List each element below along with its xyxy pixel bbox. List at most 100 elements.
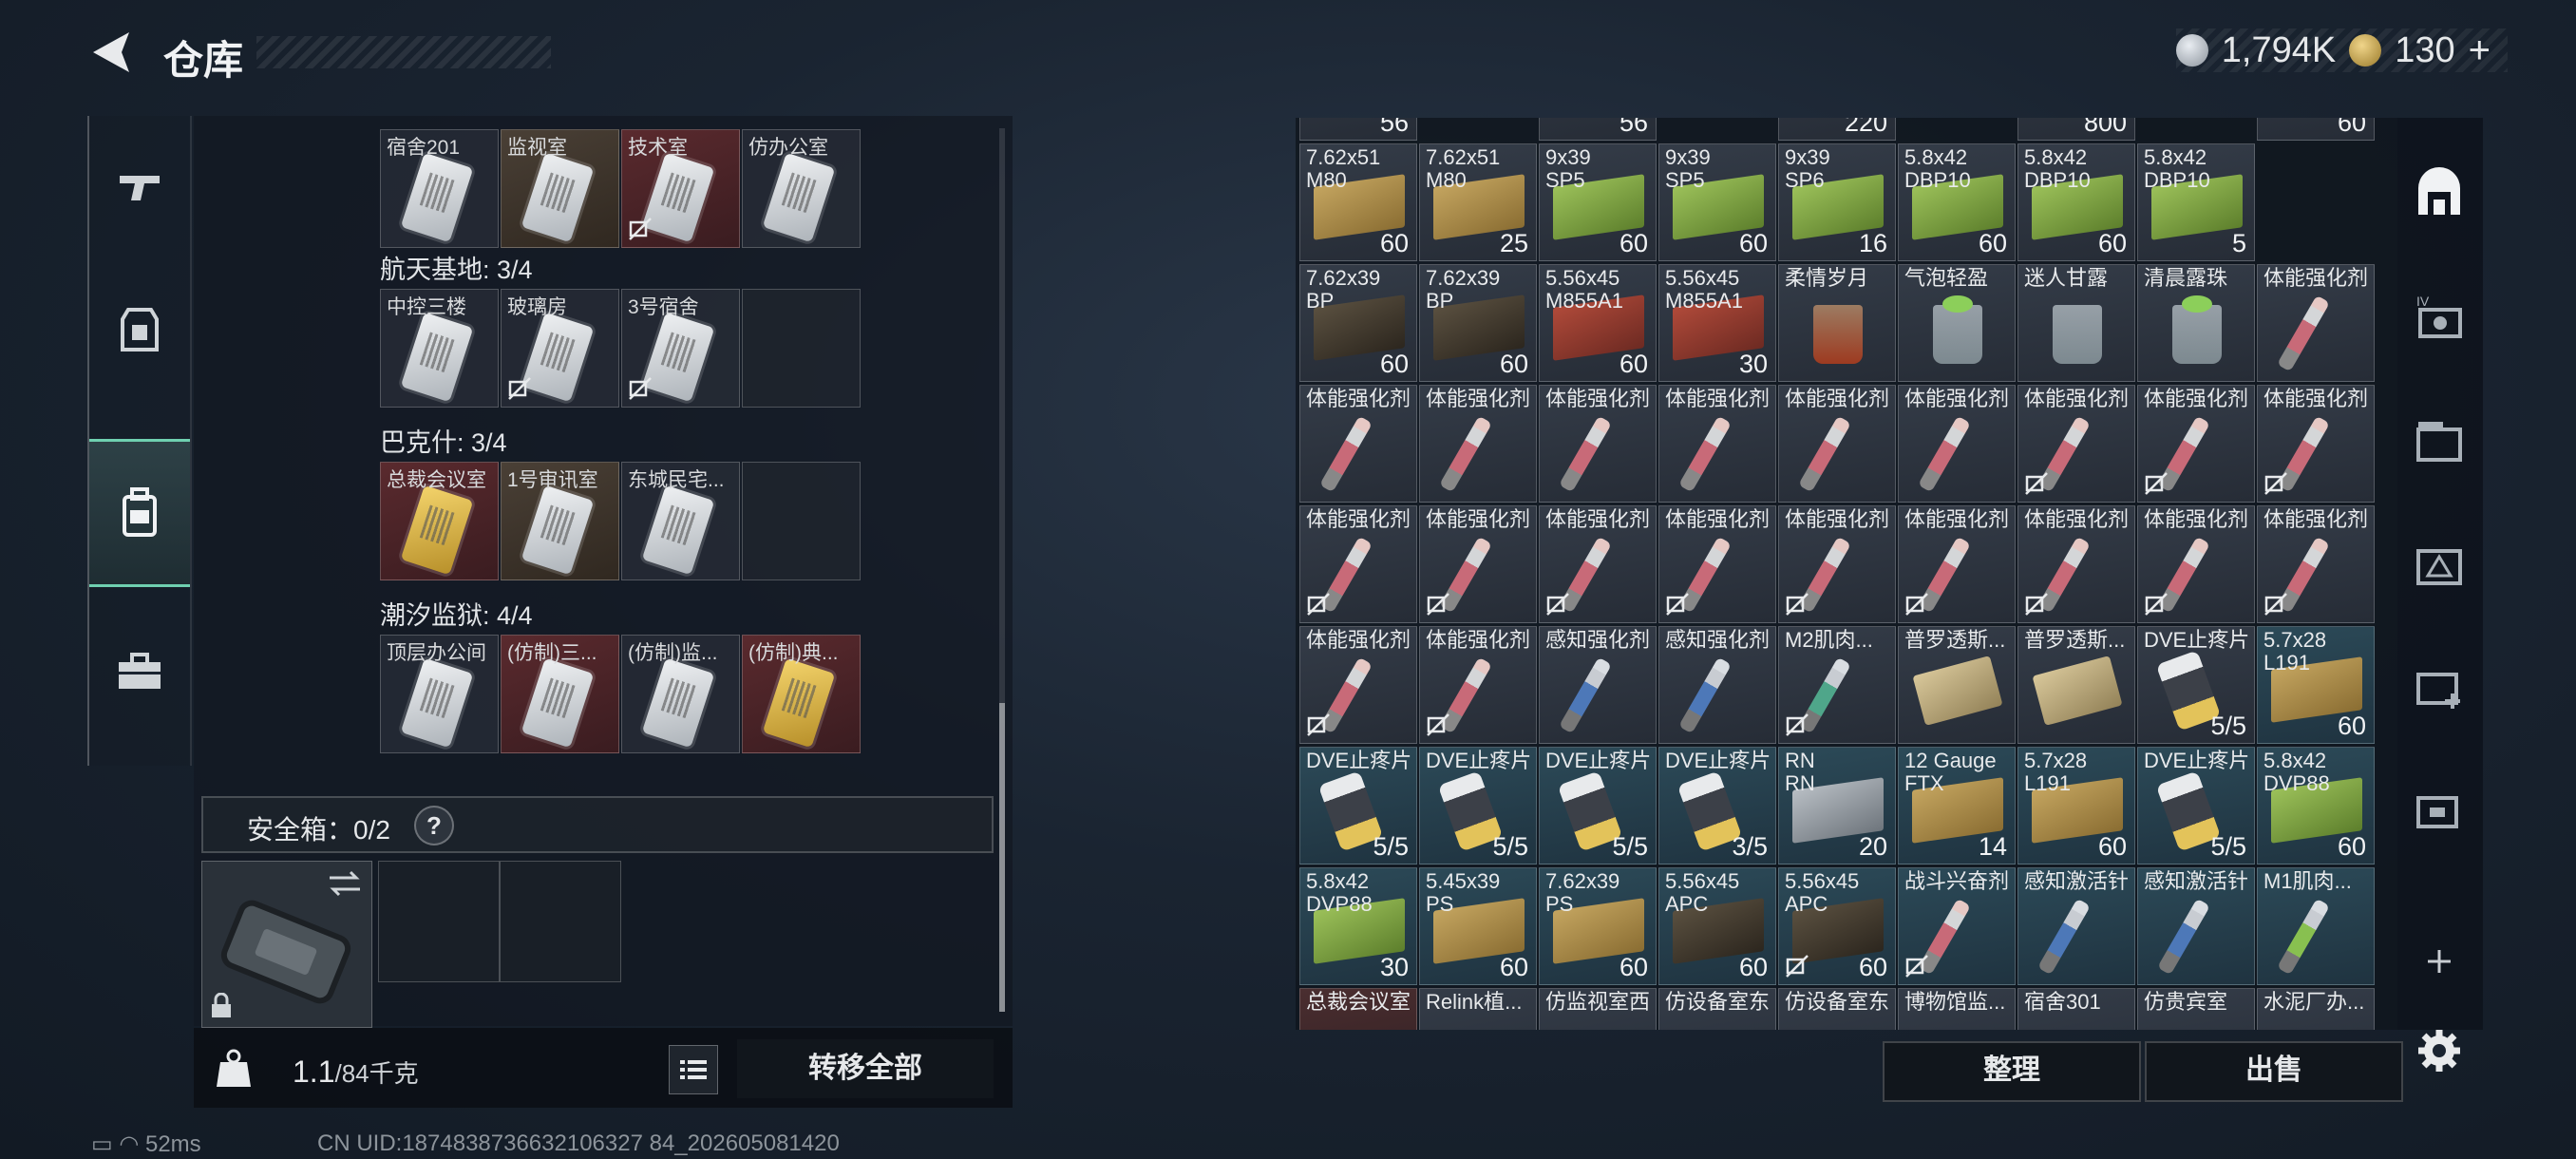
inventory-item[interactable]: 5.8x42 DBP10 60 [1898, 143, 2016, 261]
inventory-item[interactable]: 9x39 SP5 60 [1658, 143, 1776, 261]
inventory-cell-partial[interactable]: 800 [2017, 118, 2135, 141]
inventory-item[interactable]: 5.45x39 PS 60 [1419, 867, 1537, 985]
warehouse-tab-medical-icon[interactable] [2413, 538, 2466, 591]
add-currency-button[interactable]: + [2469, 29, 2491, 72]
inventory-item[interactable]: 体能强化剂 [2137, 505, 2255, 623]
safe-slot-2[interactable] [500, 861, 621, 982]
safe-box-container[interactable] [201, 861, 372, 1028]
swap-icon[interactable] [328, 869, 362, 898]
inventory-item[interactable]: DVE止疼片 5/5 [2137, 747, 2255, 864]
inventory-item[interactable]: 体能强化剂 [1539, 505, 1657, 623]
inventory-item[interactable]: 5.7x28 L191 60 [2257, 626, 2375, 744]
inventory-item[interactable]: DVE止疼片 5/5 [1539, 747, 1657, 864]
inventory-item[interactable]: 感知激活针 [2017, 867, 2135, 985]
inventory-item[interactable]: 博物馆监... [1898, 988, 2016, 1030]
inventory-item[interactable]: DVE止疼片 3/5 [1658, 747, 1776, 864]
inventory-item[interactable]: 5.7x28 L191 60 [2017, 747, 2135, 864]
inventory-item[interactable]: 水泥厂办... [2257, 988, 2375, 1030]
inventory-cell-partial[interactable]: 56 [1299, 118, 1417, 141]
inventory-item[interactable]: Relink植... [1419, 988, 1537, 1030]
keycard-slot[interactable]: 1号审讯室 [501, 462, 619, 580]
inventory-item[interactable]: RN RN 20 [1778, 747, 1896, 864]
inventory-item[interactable]: 气泡轻盈 [1898, 264, 2016, 382]
inventory-item[interactable]: 9x39 SP5 60 [1539, 143, 1657, 261]
warehouse-tab-container-icon[interactable] [2413, 414, 2466, 467]
inventory-item[interactable]: 12 Gauge FTX 14 [1898, 747, 2016, 864]
inventory-item[interactable]: 7.62x51 M80 60 [1299, 143, 1417, 261]
nav-armor[interactable] [89, 258, 190, 401]
inventory-item[interactable]: 普罗透斯... [2017, 626, 2135, 744]
backpack-scroll-thumb[interactable] [999, 703, 1005, 1012]
warehouse-tab-keys-icon[interactable] [2413, 785, 2466, 838]
safe-slot-1[interactable] [378, 861, 500, 982]
inventory-cell-partial[interactable]: 220 [1778, 118, 1896, 141]
keycard-slot[interactable]: (仿制)监... [621, 635, 740, 753]
inventory-item[interactable]: 5.56x45 M855A1 60 [1539, 264, 1657, 382]
inventory-item[interactable]: 仿贵宾室 [2137, 988, 2255, 1030]
keycard-slot[interactable]: 3号宿舍 [621, 289, 740, 408]
inventory-item[interactable]: 体能强化剂 [1299, 505, 1417, 623]
inventory-cell-partial[interactable]: 60 [2257, 118, 2375, 141]
inventory-item[interactable]: 5.56x45 M855A1 30 [1658, 264, 1776, 382]
nav-backpack[interactable] [89, 439, 190, 587]
inventory-item[interactable]: 体能强化剂 [1778, 385, 1896, 503]
warehouse-tab-firstaid-icon[interactable] [2413, 661, 2466, 714]
inventory-item[interactable]: 迷人甘露 [2017, 264, 2135, 382]
list-view-button[interactable] [669, 1045, 718, 1094]
inventory-item[interactable]: 体能强化剂 [1419, 505, 1537, 623]
inventory-item[interactable]: 感知强化剂 [1658, 626, 1776, 744]
keycard-slot[interactable]: 东城民宅... [621, 462, 740, 580]
keycard-slot[interactable]: 监视室 [501, 129, 619, 248]
inventory-item[interactable]: 5.8x42 DVP88 30 [1299, 867, 1417, 985]
inventory-item[interactable]: DVE止疼片 5/5 [2137, 626, 2255, 744]
inventory-item[interactable]: 总裁会议室 [1299, 988, 1417, 1030]
inventory-item[interactable]: 体能强化剂 [2137, 385, 2255, 503]
transfer-all-button[interactable]: 转移全部 [737, 1039, 994, 1098]
inventory-item[interactable]: 体能强化剂 [1299, 385, 1417, 503]
inventory-item[interactable]: 感知强化剂 [1539, 626, 1657, 744]
inventory-item[interactable]: 7.62x51 M80 25 [1419, 143, 1537, 261]
keycard-slot[interactable]: 顶层办公间 [380, 635, 499, 753]
inventory-item[interactable]: 清晨露珠 [2137, 264, 2255, 382]
inventory-item[interactable]: 体能强化剂 [1658, 385, 1776, 503]
inventory-item[interactable]: 仿设备室东 [1778, 988, 1896, 1030]
keycard-slot[interactable]: 总裁会议室 [380, 462, 499, 580]
inventory-item[interactable]: 体能强化剂 [1419, 385, 1537, 503]
inventory-item[interactable]: M1肌肉... [2257, 867, 2375, 985]
inventory-item[interactable]: 体能强化剂 [2017, 505, 2135, 623]
inventory-item[interactable]: 体能强化剂 [1539, 385, 1657, 503]
inventory-item[interactable]: 5.56x45 APC 60 [1658, 867, 1776, 985]
empty-slot[interactable] [742, 289, 861, 408]
keycard-slot[interactable]: (仿制)三... [501, 635, 619, 753]
inventory-item[interactable]: 普罗透斯... [1898, 626, 2016, 744]
inventory-item[interactable]: 体能强化剂 [1898, 385, 2016, 503]
keycard-slot[interactable]: 玻璃房 [501, 289, 619, 408]
inventory-item[interactable]: 体能强化剂 [1898, 505, 2016, 623]
help-button[interactable]: ? [414, 806, 454, 846]
inventory-cell-partial[interactable]: 56 [1539, 118, 1657, 141]
inventory-item[interactable]: 体能强化剂 [2017, 385, 2135, 503]
keycard-slot[interactable]: 技术室 [621, 129, 740, 248]
inventory-item[interactable]: 感知激活针 [2137, 867, 2255, 985]
inventory-item[interactable]: 5.56x45 APC 60 [1778, 867, 1896, 985]
inventory-item[interactable]: 仿设备室东 [1658, 988, 1776, 1030]
inventory-item[interactable]: 7.62x39 PS 60 [1539, 867, 1657, 985]
nav-weapons[interactable] [89, 116, 190, 258]
keycard-slot[interactable]: 仿办公室 [742, 129, 861, 248]
sell-button[interactable]: 出售 [2145, 1041, 2403, 1102]
inventory-item[interactable]: 体能强化剂 [1299, 626, 1417, 744]
settings-gear-icon[interactable] [2413, 1024, 2466, 1077]
warehouse-tab-all-icon[interactable] [2413, 167, 2466, 220]
inventory-item[interactable]: M2肌肉... [1778, 626, 1896, 744]
inventory-item[interactable]: 7.62x39 BP 60 [1299, 264, 1417, 382]
nav-case[interactable] [89, 600, 190, 743]
inventory-item[interactable]: DVE止疼片 5/5 [1299, 747, 1417, 864]
inventory-item[interactable]: 5.8x42 DBP10 5 [2137, 143, 2255, 261]
inventory-item[interactable]: 体能强化剂 [1658, 505, 1776, 623]
empty-slot[interactable] [742, 462, 861, 580]
inventory-item[interactable]: 柔情岁月 [1778, 264, 1896, 382]
inventory-item[interactable]: 体能强化剂 [2257, 505, 2375, 623]
inventory-item[interactable]: 仿监视室西 [1539, 988, 1657, 1030]
add-tab-icon[interactable] [2413, 935, 2466, 988]
back-arrow-icon[interactable] [87, 28, 135, 76]
